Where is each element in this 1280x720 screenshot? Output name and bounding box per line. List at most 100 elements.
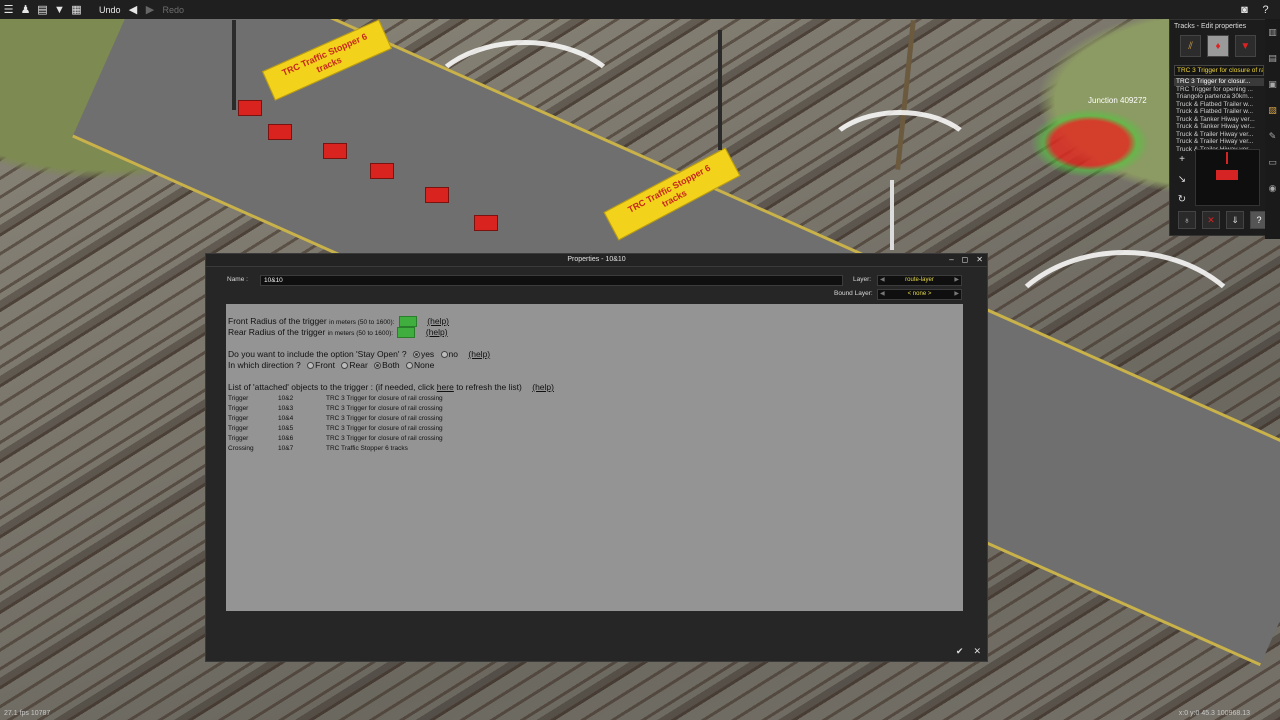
- trigger-marker[interactable]: [323, 143, 347, 159]
- add-icon[interactable]: +: [1174, 151, 1190, 167]
- stay-open-question: Do you want to include the option 'Stay …: [228, 349, 407, 359]
- yes-label[interactable]: yes: [421, 349, 434, 359]
- trigger-marker[interactable]: [268, 124, 292, 140]
- list-item[interactable]: Truck & Tanker Hiway ver...: [1174, 123, 1264, 131]
- list-item[interactable]: TRC Trigger for opening ...: [1174, 86, 1264, 94]
- object-type: Trigger: [228, 415, 249, 422]
- rotate-icon[interactable]: ↻: [1174, 191, 1190, 207]
- junction-marker[interactable]: [1030, 108, 1150, 178]
- help-link[interactable]: (help): [426, 327, 448, 337]
- list-item[interactable]: Truck & Trailer Hiway ver...: [1174, 131, 1264, 139]
- list-item[interactable]: Truck & Tanker Hiway ver...: [1174, 116, 1264, 124]
- crossing-signal[interactable]: [232, 20, 236, 110]
- track-mode-icon[interactable]: ⫽: [1180, 35, 1202, 57]
- next-icon[interactable]: ▶: [954, 290, 959, 299]
- undo-arrow-icon[interactable]: ◀: [125, 1, 142, 18]
- layer-label: Layer:: [853, 276, 872, 283]
- stay-open-row: Do you want to include the option 'Stay …: [228, 349, 490, 359]
- object-name: TRC 3 Trigger for closure of rail crossi…: [326, 415, 443, 422]
- no-radio[interactable]: [440, 351, 448, 359]
- settings-tool-icon[interactable]: ◉: [1265, 175, 1280, 201]
- list-item[interactable]: TRC 3 Trigger for closur...: [1174, 78, 1264, 86]
- prev-icon[interactable]: ◀: [880, 276, 885, 285]
- attached-suffix: to refresh the list): [456, 382, 522, 392]
- delete-icon[interactable]: ✕: [1202, 211, 1220, 229]
- cancel-icon[interactable]: ✕: [973, 646, 981, 657]
- list-item: Trigger 10&5 TRC 3 Trigger for closure o…: [228, 424, 626, 434]
- pawn-icon[interactable]: ♟: [17, 1, 34, 18]
- help-link[interactable]: (help): [532, 382, 554, 392]
- help-link[interactable]: (help): [468, 349, 490, 359]
- close-icon[interactable]: ✕: [976, 254, 983, 266]
- front-radius-row: Front Radius of the trigger in meters (5…: [228, 316, 449, 328]
- trigger-marker[interactable]: [238, 100, 262, 116]
- tool-strip: ▥ ▤ ▣ ▨ ✎ ▭ ◉: [1265, 19, 1280, 239]
- layers-tool-icon[interactable]: ▭: [1265, 149, 1280, 175]
- confirm-icon[interactable]: ✔: [956, 646, 964, 657]
- attached-prefix: List of 'attached' objects to the trigge…: [228, 382, 435, 392]
- object-name: TRC 3 Trigger for closure of rail crossi…: [326, 405, 443, 412]
- rear-label[interactable]: Rear: [349, 360, 367, 370]
- grid-icon[interactable]: ▦: [68, 1, 85, 18]
- properties-content: Front Radius of the trigger in meters (5…: [226, 304, 963, 611]
- no-label[interactable]: no: [449, 349, 458, 359]
- get-icon[interactable]: ⇓: [1226, 211, 1244, 229]
- properties-dialog: Properties - 10&10 – ◻ ✕ Name : Layer: ◀…: [205, 253, 988, 662]
- help-icon[interactable]: ?: [1257, 1, 1274, 18]
- both-radio[interactable]: [374, 362, 382, 370]
- objects-tool-icon[interactable]: ▣: [1265, 71, 1280, 97]
- selected-asset[interactable]: TRC 3 Trigger for closure of rai: [1174, 65, 1264, 76]
- prev-icon[interactable]: ◀: [880, 290, 885, 299]
- object-type: Trigger: [228, 395, 249, 402]
- attached-header: List of 'attached' objects to the trigge…: [228, 382, 554, 392]
- name-input[interactable]: [260, 275, 843, 286]
- rear-radius-input[interactable]: [397, 327, 416, 339]
- redo-arrow-icon: ▶: [145, 4, 155, 16]
- bound-layer-label: Bound Layer:: [834, 290, 873, 297]
- minimize-icon[interactable]: –: [949, 254, 953, 266]
- none-label[interactable]: None: [414, 360, 434, 370]
- refresh-link[interactable]: here: [437, 382, 454, 392]
- bound-layer-select[interactable]: ◀ < none > ▶: [877, 289, 962, 300]
- list-item[interactable]: Triangolo partenza 30km...: [1174, 93, 1264, 101]
- filter-icon[interactable]: ▼: [51, 1, 68, 18]
- front-radius-input[interactable]: [398, 316, 417, 328]
- help-link[interactable]: (help): [427, 316, 449, 326]
- camera-icon[interactable]: ◙: [1236, 1, 1253, 18]
- menu-icon[interactable]: ☰: [0, 1, 17, 18]
- object-mode-icon[interactable]: ♦: [1207, 35, 1229, 57]
- trigger-marker[interactable]: [474, 215, 498, 231]
- tools-tool-icon[interactable]: ✎: [1265, 123, 1280, 149]
- list-item[interactable]: Truck & Trailer Hiway ver...: [1174, 138, 1264, 146]
- list-item[interactable]: Truck & Flatbed Trailer w...: [1174, 108, 1264, 116]
- terrain-tool-icon[interactable]: ▥: [1265, 19, 1280, 45]
- none-radio[interactable]: [406, 362, 414, 370]
- yes-radio[interactable]: [412, 351, 420, 359]
- junction-label: Junction 409272: [1088, 96, 1147, 105]
- list-item: Trigger 10&6 TRC 3 Trigger for closure o…: [228, 434, 626, 444]
- rear-radio[interactable]: [341, 362, 349, 370]
- crossing-signal[interactable]: [718, 30, 722, 150]
- book-icon[interactable]: ▤: [34, 1, 51, 18]
- dialog-titlebar[interactable]: Properties - 10&10 – ◻ ✕: [206, 254, 987, 267]
- next-icon[interactable]: ▶: [954, 276, 959, 285]
- track-tool-icon[interactable]: ▨: [1265, 97, 1280, 123]
- object-id: 10&3: [278, 405, 294, 412]
- object-type: Trigger: [228, 435, 249, 442]
- trigger-marker[interactable]: [425, 187, 449, 203]
- object-name: TRC 3 Trigger for closure of rail crossi…: [326, 435, 443, 442]
- front-label[interactable]: Front: [315, 360, 335, 370]
- trigger-radius-arc: [990, 250, 1260, 460]
- list-item[interactable]: Truck & Flatbed Trailer w...: [1174, 101, 1264, 109]
- paint-tool-icon[interactable]: ▤: [1265, 45, 1280, 71]
- front-radio[interactable]: [307, 362, 315, 370]
- trigger-marker[interactable]: [370, 163, 394, 179]
- object-name: TRC 3 Trigger for closure of rail crossi…: [326, 425, 443, 432]
- undo-button[interactable]: Undo: [99, 5, 121, 15]
- height-icon[interactable]: ♁: [1178, 211, 1196, 229]
- move-icon[interactable]: ↘: [1174, 171, 1190, 187]
- both-label[interactable]: Both: [382, 360, 400, 370]
- layer-select[interactable]: ◀ route-layer ▶: [877, 275, 962, 286]
- marker-mode-icon[interactable]: ▼: [1234, 35, 1256, 57]
- maximize-icon[interactable]: ◻: [962, 254, 969, 266]
